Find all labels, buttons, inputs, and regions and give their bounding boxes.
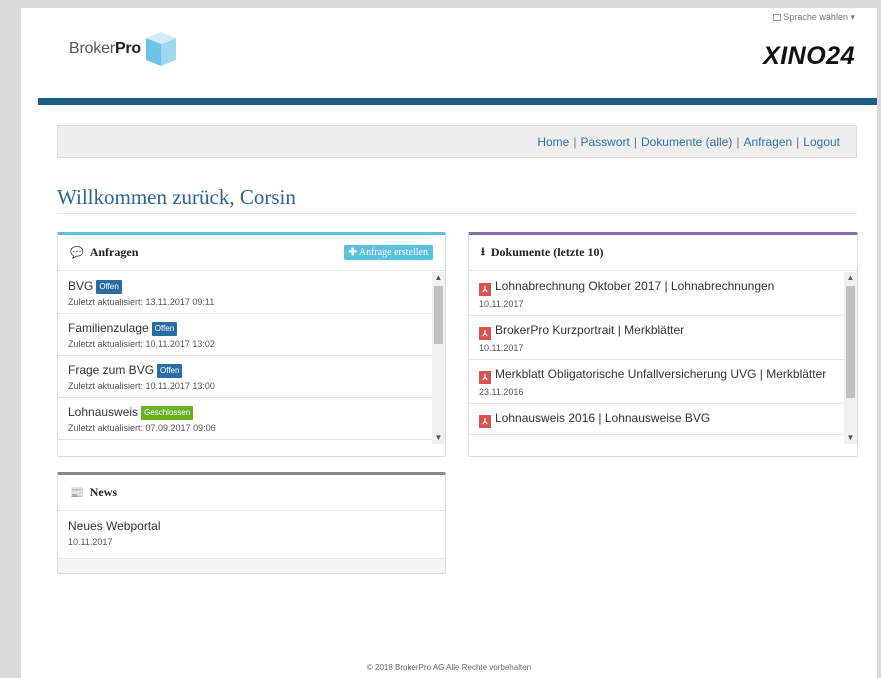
document-item[interactable]: ⅄ Merkblatt Obligatorische Unfallversiche…	[469, 360, 844, 404]
news-panel-header: 📰 News	[58, 475, 445, 511]
request-name: Familienzulage	[68, 321, 149, 335]
page-title: Willkommen zurück, Corsin	[57, 185, 296, 209]
document-name: Lohnausweis 2016 | Lohnausweise BVG	[495, 411, 711, 425]
nav-anfragen[interactable]: Anfragen	[743, 135, 792, 149]
scroll-up-icon[interactable]: ▲	[844, 272, 857, 284]
request-updated: Zuletzt aktualisiert: 10.11.2017 13:02	[68, 339, 215, 349]
nav-home[interactable]: Home	[537, 135, 569, 149]
status-badge: Geschlossen	[141, 406, 194, 420]
scroll-down-icon[interactable]: ▼	[432, 432, 445, 444]
nav-logout[interactable]: Logout	[803, 135, 840, 149]
caret-down-icon: ▾	[850, 12, 855, 22]
document-date: 10.11.2017	[479, 299, 524, 309]
dokumente-list[interactable]: ⅄ Lohnabrechnung Oktober 2017 | Lohnabrec…	[469, 272, 844, 444]
nav-separator: |	[573, 135, 577, 149]
download-icon: ⭳	[481, 246, 485, 258]
dokumente-panel-header: ⭳ Dokumente (letzte 10)	[469, 235, 857, 271]
news-item[interactable]: Neues Webportal 10.11.2017	[58, 512, 445, 553]
nav-passwort[interactable]: Passwort	[580, 135, 629, 149]
document-date: 23.11.2016	[479, 387, 524, 397]
status-badge: Offen	[96, 280, 122, 294]
news-panel-footer	[58, 558, 445, 573]
document-name: Merkblatt Obligatorische Unfallversicher…	[495, 367, 827, 381]
scroll-up-icon[interactable]: ▲	[432, 272, 445, 284]
news-name: Neues Webportal	[68, 519, 161, 533]
divider	[57, 213, 857, 214]
scroll-down-icon[interactable]: ▼	[844, 432, 857, 444]
document-item[interactable]: ⅄ BrokerPro Kurzportrait | Merkblätter 10…	[469, 316, 844, 360]
document-item[interactable]: ⅄ Lohnabrechnung Oktober 2017 | Lohnabrec…	[469, 272, 844, 316]
anfragen-list[interactable]: BVG Offen Zuletzt aktualisiert: 13.11.201…	[58, 272, 432, 456]
request-item[interactable]: Frage zum BVG Offen Zuletzt aktualisiert:…	[58, 356, 432, 398]
plus-icon: ✚	[348, 247, 357, 258]
page: Sprache wählen ▾ BrokerPro XINO24 Home | P…	[21, 8, 877, 678]
newspaper-icon: 📰	[70, 487, 84, 499]
news-date: 10.11.2017	[68, 537, 113, 547]
status-badge: Offen	[151, 322, 178, 336]
language-label: Sprache wählen	[783, 12, 848, 22]
dokumente-scrollbar[interactable]: ▲ ▼	[844, 272, 857, 444]
brokerpro-logo[interactable]: BrokerPro	[69, 30, 178, 68]
anfragen-title: Anfragen	[89, 245, 139, 259]
news-list: Neues Webportal 10.11.2017	[58, 512, 445, 558]
scrollbar-thumb[interactable]	[846, 286, 855, 398]
document-name: BrokerPro Kurzportrait | Merkblätter	[495, 323, 685, 337]
nav-dokumente[interactable]: Dokumente (alle)	[641, 135, 732, 149]
status-badge: Offen	[157, 364, 183, 378]
comments-icon: 💬	[70, 247, 84, 259]
top-navbar: Home | Passwort | Dokumente (alle) | Anfragen |…	[57, 125, 857, 158]
nav-separator: |	[736, 135, 740, 149]
request-updated: Zuletzt aktualisiert: 13.11.2017 09:11	[68, 297, 215, 307]
document-item[interactable]: ⅄ Lohnausweis 2016 | Lohnausweise BVG	[469, 404, 844, 435]
create-request-button[interactable]: ✚ Anfrage erstellen	[343, 245, 433, 260]
language-selector[interactable]: Sprache wählen ▾	[773, 12, 855, 23]
anfragen-scrollbar[interactable]: ▲ ▼	[432, 272, 445, 444]
request-updated: Zuletzt aktualisiert: 10.11.2017 13:00	[68, 381, 215, 391]
scrollbar-thumb[interactable]	[434, 286, 443, 344]
dokumente-title: Dokumente (letzte 10)	[490, 245, 604, 259]
request-name: BVG	[68, 279, 94, 293]
request-item[interactable]: Lohnausweis Geschlossen Zuletzt aktualisi…	[58, 398, 432, 440]
cube-icon	[146, 32, 177, 66]
document-name: Lohnabrechnung Oktober 2017 | Lohnabrech…	[495, 279, 775, 293]
nav-separator: |	[796, 135, 800, 149]
anfragen-panel: 💬 Anfragen ✚ Anfrage erstellen BVG Offen Z…	[57, 232, 446, 457]
request-name: Frage zum BVG	[68, 363, 155, 377]
nav-separator: |	[633, 135, 637, 149]
logo-text: BrokerPro	[69, 40, 142, 57]
dokumente-panel: ⭳ Dokumente (letzte 10) ⅄ Lohnabrechnung O…	[468, 232, 858, 457]
news-panel: 📰 News Neues Webportal 10.11.2017	[57, 472, 446, 574]
footer-copyright: © 2018 BrokerPro AG Alle Rechte vorbehal…	[366, 663, 532, 672]
xino24-logo[interactable]: XINO24	[763, 42, 855, 71]
document-date: 10.11.2017	[479, 343, 524, 353]
pdf-icon: ⅄	[479, 415, 491, 428]
brand-bar	[38, 98, 877, 105]
pdf-icon: ⅄	[479, 371, 491, 384]
anfragen-panel-header: 💬 Anfragen ✚ Anfrage erstellen	[58, 235, 445, 271]
request-name: Lohnausweis	[68, 405, 139, 419]
news-title: News	[89, 485, 118, 499]
request-updated: Zuletzt aktualisiert: 07.09.2017 09:06	[68, 423, 216, 433]
request-item[interactable]: Familienzulage Offen Zuletzt aktualisiert…	[58, 314, 432, 356]
pdf-icon: ⅄	[479, 283, 491, 296]
request-item[interactable]: BVG Offen Zuletzt aktualisiert: 13.11.201…	[58, 272, 432, 314]
flag-icon	[773, 14, 782, 21]
pdf-icon: ⅄	[479, 327, 491, 340]
